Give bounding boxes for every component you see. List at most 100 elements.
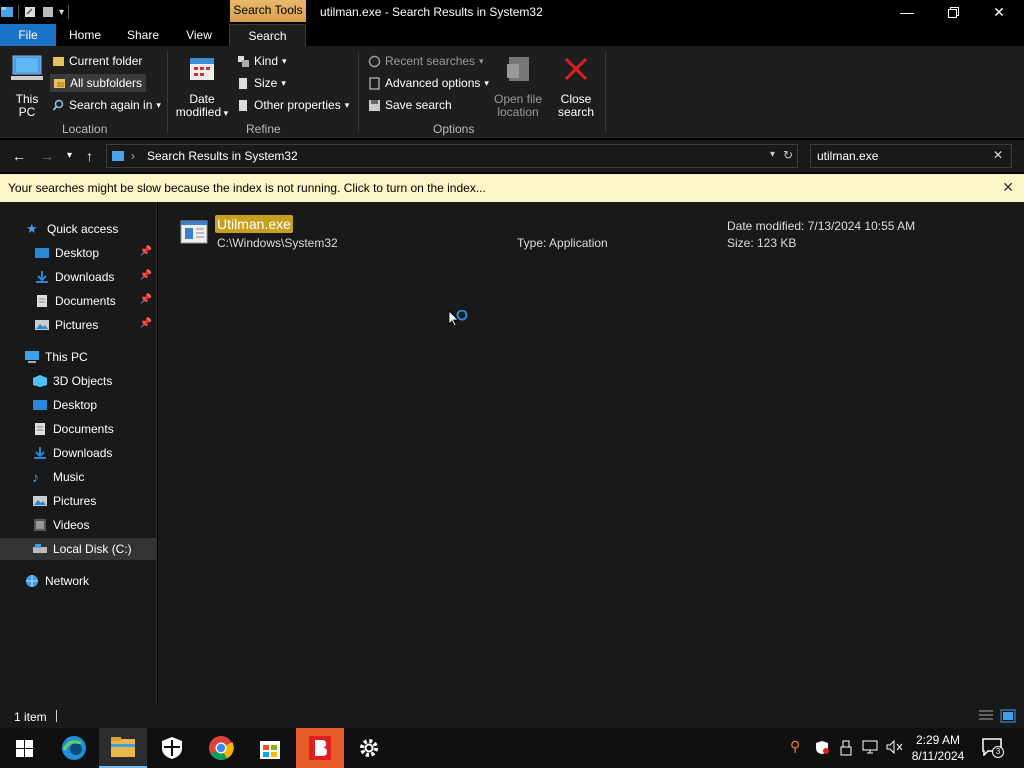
pin-icon[interactable]: 📌 <box>140 270 152 281</box>
large-icons-view-icon[interactable] <box>1000 709 1016 723</box>
nav-music[interactable]: ♪ Music <box>0 466 156 488</box>
nav-this-pc[interactable]: This PC <box>0 346 156 368</box>
chevron-down-icon: ▾ <box>282 55 287 66</box>
search-again-button[interactable]: Search again in ▾ <box>52 98 161 112</box>
nav-qa-downloads[interactable]: Downloads 📌 <box>0 266 156 288</box>
taskbar-clock[interactable]: 2:29 AM 8/11/2024 <box>908 732 968 764</box>
documents-icon <box>35 423 45 435</box>
store-taskbar-button[interactable] <box>246 728 294 768</box>
nav-qa-documents[interactable]: Documents 📌 <box>0 290 156 312</box>
nav-network[interactable]: Network <box>0 570 156 592</box>
recent-locations-button[interactable]: ▾ <box>67 150 72 161</box>
ribbon-tabs: File Home Share View Search ︿ ? <box>0 24 1024 67</box>
save-search-button[interactable]: Save search <box>368 98 452 112</box>
qat-divider <box>68 5 70 19</box>
tab-file[interactable]: File <box>0 24 56 46</box>
restore-button[interactable] <box>930 0 976 24</box>
action-center-button[interactable]: 3 <box>982 738 1004 759</box>
tab-search[interactable]: Search <box>229 24 306 46</box>
ribbon-separator <box>358 52 359 132</box>
back-button[interactable]: ← <box>12 148 26 164</box>
result-file-name[interactable]: Utilman.exe <box>215 215 293 233</box>
chevron-down-icon: ▾ <box>67 150 73 161</box>
up-button[interactable]: ↑ <box>86 148 93 164</box>
date-modified-button[interactable]: Date modified ▾ <box>174 54 230 120</box>
index-warning-message[interactable]: Your searches might be slow because the … <box>8 181 486 195</box>
properties-icon[interactable] <box>23 5 37 19</box>
nav-downloads[interactable]: Downloads <box>0 442 156 464</box>
window-title: utilman.exe - Search Results in System32 <box>320 5 543 19</box>
open-file-location-button[interactable]: Open file location <box>490 54 546 119</box>
result-date-modified: Date modified: 7/13/2024 10:55 AM <box>727 219 916 233</box>
nav-local-disk[interactable]: Local Disk (C:) <box>0 538 156 560</box>
drive-icon <box>33 544 47 553</box>
nav-quick-access[interactable]: ★ Quick access <box>0 218 156 240</box>
defender-tray-icon[interactable] <box>815 740 829 758</box>
refresh-icon[interactable]: ↻ <box>783 148 793 162</box>
open-file-location-label-2: location <box>497 105 539 119</box>
minimize-button[interactable]: — <box>884 0 930 24</box>
other-properties-button[interactable]: Other properties ▾ <box>237 98 349 112</box>
all-subfolders-button[interactable]: All subfolders <box>50 74 146 92</box>
clear-search-icon[interactable]: ✕ <box>993 148 1003 162</box>
this-pc-label: This PC <box>15 92 39 119</box>
bitdefender-taskbar-button[interactable] <box>296 728 344 768</box>
tab-share[interactable]: Share <box>120 24 166 46</box>
chevron-down-icon[interactable]: ▾ <box>770 149 775 160</box>
close-search-button[interactable]: Close search <box>554 54 598 119</box>
address-path: Search Results in System32 <box>147 149 298 163</box>
start-button[interactable] <box>0 728 48 768</box>
nav-3d-objects-label: 3D Objects <box>53 374 113 388</box>
search-key-icon[interactable]: ⚲ <box>790 738 800 755</box>
chevron-down-icon: ▾ <box>281 77 286 88</box>
settings-taskbar-button[interactable] <box>345 728 393 768</box>
nav-qa-pictures[interactable]: Pictures 📌 <box>0 314 156 336</box>
refine-group-label: Refine <box>246 122 281 136</box>
close-info-bar-icon[interactable]: ✕ <box>1002 179 1014 196</box>
network-tray-icon[interactable] <box>862 740 878 757</box>
open-file-location-icon <box>507 57 529 81</box>
current-folder-button[interactable]: Current folder <box>52 54 142 68</box>
address-bar[interactable]: › Search Results in System32 ▾ ↻ <box>106 144 798 168</box>
save-icon <box>369 99 380 111</box>
advanced-options-button[interactable]: Advanced options ▾ <box>368 76 489 90</box>
nav-documents[interactable]: Documents <box>0 418 156 440</box>
new-folder-icon[interactable] <box>41 5 55 19</box>
edge-icon <box>62 736 86 760</box>
pictures-icon <box>33 496 47 506</box>
qat-dropdown-icon[interactable]: ▾ <box>59 7 64 18</box>
clock-date: 8/11/2024 <box>911 749 965 763</box>
search-box[interactable]: ✕ <box>810 144 1012 168</box>
nav-3d-objects[interactable]: 3D Objects <box>0 370 156 392</box>
index-info-bar[interactable]: Your searches might be slow because the … <box>0 174 1024 202</box>
this-pc-button[interactable]: This PC <box>8 54 46 119</box>
pin-icon[interactable]: 📌 <box>140 246 152 257</box>
subfolders-icon <box>54 78 65 88</box>
usb-tray-icon[interactable] <box>840 740 852 759</box>
pin-icon[interactable]: 📌 <box>140 294 152 305</box>
file-explorer-taskbar-button[interactable] <box>99 728 147 768</box>
chrome-taskbar-button[interactable] <box>197 728 245 768</box>
tab-home[interactable]: Home <box>62 24 108 46</box>
forward-button[interactable]: → <box>40 148 54 164</box>
download-icon <box>36 271 48 283</box>
nav-videos[interactable]: Videos <box>0 514 156 536</box>
desktop-icon <box>35 248 49 258</box>
details-view-icon[interactable] <box>978 709 994 723</box>
kind-button[interactable]: Kind ▾ <box>237 54 287 68</box>
busy-cursor-icon <box>448 310 468 327</box>
size-button[interactable]: Size ▾ <box>237 76 286 90</box>
recent-searches-button[interactable]: Recent searches ▾ <box>368 54 484 68</box>
tab-view[interactable]: View <box>178 24 220 46</box>
nav-pictures[interactable]: Pictures <box>0 490 156 512</box>
pin-icon[interactable]: 📌 <box>140 318 152 329</box>
search-input[interactable] <box>817 148 987 164</box>
security-taskbar-button[interactable] <box>148 728 196 768</box>
nav-desktop-label: Desktop <box>53 398 98 412</box>
ribbon-separator <box>605 52 606 132</box>
volume-muted-icon[interactable] <box>886 739 904 757</box>
nav-desktop[interactable]: Desktop <box>0 394 156 416</box>
nav-qa-desktop[interactable]: Desktop 📌 <box>0 242 156 264</box>
close-window-button[interactable]: ✕ <box>976 0 1022 24</box>
edge-taskbar-button[interactable] <box>50 728 98 768</box>
